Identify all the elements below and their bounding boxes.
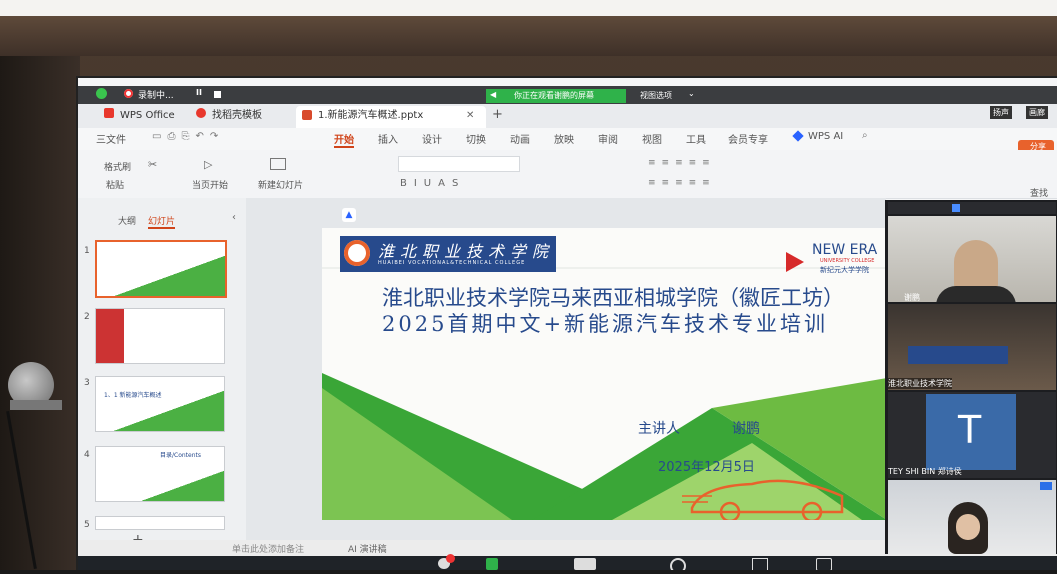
video-name-1: 谢鹏 — [904, 293, 920, 302]
college-name-en: HUAIBEI VOCATIONAL&TECHNICAL COLLEGE — [378, 260, 526, 266]
menu-review[interactable]: 审阅 — [598, 131, 618, 146]
slide-thumbnail-5[interactable] — [95, 516, 225, 530]
new-era-subtitle-en: UNIVERSITY COLLEGE — [820, 258, 875, 264]
font-box[interactable] — [398, 156, 520, 172]
view-options-button[interactable]: 视图选项 — [640, 90, 672, 101]
participant-body — [936, 286, 1016, 302]
font-format-icons[interactable]: BIUAS — [400, 178, 465, 189]
pptx-icon — [302, 110, 312, 120]
camera-mount — [10, 400, 62, 410]
bottom-edge — [0, 570, 1057, 574]
thumb4-text: 目录/Contents — [160, 452, 202, 459]
daoke-icon — [196, 108, 206, 118]
sharing-banner-text: 你正在观看谢鹏的屏幕 — [514, 91, 594, 100]
menu-transition[interactable]: 切换 — [466, 131, 486, 146]
from-current-button[interactable]: 当页开始 — [192, 178, 228, 191]
video-tile-4[interactable] — [888, 480, 1056, 554]
ai-float-icon[interactable]: ▲ — [342, 208, 356, 222]
slide-number-1: 1 — [84, 246, 90, 256]
new-era-subtitle-cn: 新纪元大学学院 — [820, 266, 869, 274]
college-name-cn: 淮北职业技术学院 — [378, 242, 555, 261]
tab-pptx-file[interactable]: 1.新能源汽车概述.pptx — [312, 106, 429, 126]
collapse-panel-icon[interactable]: ‹ — [232, 212, 236, 223]
search-icon[interactable]: ⌕ — [862, 130, 868, 141]
paragraph-icons[interactable]: ≡≡≡≡≡ — [648, 158, 716, 168]
slide-number-5: 5 — [84, 520, 90, 530]
classroom-banner — [908, 346, 1008, 364]
speaker-view-button[interactable]: 扬声 — [990, 106, 1012, 119]
ceiling — [0, 0, 1057, 16]
new-era-title: NEW ERA — [812, 242, 878, 258]
quick-access-icons[interactable]: ▭⎙⎘↶↷ — [152, 131, 224, 142]
slide-title-line2: 2025首期中文+新能源汽车技术专业培训 — [382, 312, 829, 336]
menu-start[interactable]: 开始 — [334, 131, 354, 148]
video-panel-toolbar — [888, 202, 1056, 214]
menu-insert[interactable]: 插入 — [378, 131, 398, 146]
recording-label[interactable]: 录制中... — [138, 88, 174, 101]
new-tab-icon[interactable]: + — [492, 107, 503, 122]
slide-thumbnail-3[interactable] — [95, 376, 225, 432]
find-button[interactable]: 查找 — [1030, 186, 1048, 199]
pause-icon[interactable]: II — [196, 88, 202, 97]
avatar-letter: T — [958, 408, 982, 452]
tab-template[interactable]: 找稻壳模板 — [206, 106, 268, 126]
tab-wps-office[interactable]: WPS Office — [114, 106, 181, 126]
tab-outline[interactable]: 大纲 — [118, 214, 136, 227]
menu-design[interactable]: 设计 — [422, 131, 442, 146]
grid-view-icon[interactable] — [952, 204, 960, 212]
new-slide-icon[interactable] — [270, 158, 286, 170]
participant-face-skin — [956, 514, 980, 540]
menu-tools[interactable]: 工具 — [686, 131, 706, 146]
slide-thumbnail-1[interactable] — [95, 240, 227, 298]
slide-number-3: 3 — [84, 378, 90, 388]
menu-wps-ai[interactable]: WPS AI — [808, 131, 843, 142]
notification-badge — [446, 554, 455, 563]
slide-number-2: 2 — [84, 312, 90, 322]
current-slide[interactable]: 淮北职业技术学院 HUAIBEI VOCATIONAL&TECHNICAL CO… — [322, 228, 887, 520]
ceiling-beam — [0, 16, 1057, 56]
thumb3-text: 1、1 新能源汽车概述 — [104, 392, 162, 399]
video-name-3: TEY SHI BIN 郑诗侯 — [888, 467, 962, 476]
close-tab-icon[interactable]: ✕ — [466, 110, 474, 121]
room-left-dark — [0, 56, 80, 574]
stop-icon[interactable] — [214, 91, 221, 98]
cut-icon[interactable]: ✂ — [148, 158, 157, 171]
race-car-graphic — [682, 479, 844, 520]
speaker-icon: ◀ — [490, 90, 497, 99]
gallery-view-button[interactable]: 画廊 — [1026, 106, 1048, 119]
new-era-logo-icon — [786, 252, 804, 272]
menu-view[interactable]: 视图 — [642, 131, 662, 146]
menu-slideshow[interactable]: 放映 — [554, 131, 574, 146]
menu-animation[interactable]: 动画 — [510, 131, 530, 146]
presenter-label: 主讲人 — [638, 421, 680, 437]
video-name-2: 淮北职业技术学院 — [888, 378, 952, 389]
slide-number-4: 4 — [84, 450, 90, 460]
record-icon — [124, 89, 133, 98]
chevron-down-icon[interactable]: ⌄ — [688, 89, 695, 98]
notes-placeholder[interactable]: 单击此处添加备注 — [232, 542, 304, 555]
new-slide-button[interactable]: 新建幻灯片 — [258, 178, 303, 191]
wps-logo-icon — [104, 108, 114, 118]
shield-icon — [96, 88, 107, 99]
presenter-name: 谢鹏 — [732, 421, 760, 437]
paste-button[interactable]: 粘贴 — [106, 178, 124, 191]
layout-icon[interactable] — [574, 558, 596, 570]
ai-script-button[interactable]: AI 演讲稿 — [348, 542, 387, 555]
video-tile-1[interactable] — [888, 216, 1056, 302]
reactions-icon[interactable] — [486, 558, 498, 570]
align-icons[interactable]: ≡≡≡≡≡ — [648, 178, 716, 188]
play-icon[interactable]: ▷ — [204, 158, 212, 171]
file-menu[interactable]: 三文件 — [96, 131, 126, 146]
options-icon[interactable] — [1040, 482, 1052, 490]
menu-member[interactable]: 会员专享 — [728, 131, 768, 146]
college-seal-icon — [344, 240, 370, 266]
tab-slides[interactable]: 幻灯片 — [148, 214, 176, 229]
ribbon-toolbar — [78, 150, 1057, 199]
format-painter-button[interactable]: 格式刷 — [104, 160, 131, 173]
slide-thumbnail-2[interactable] — [95, 308, 225, 364]
